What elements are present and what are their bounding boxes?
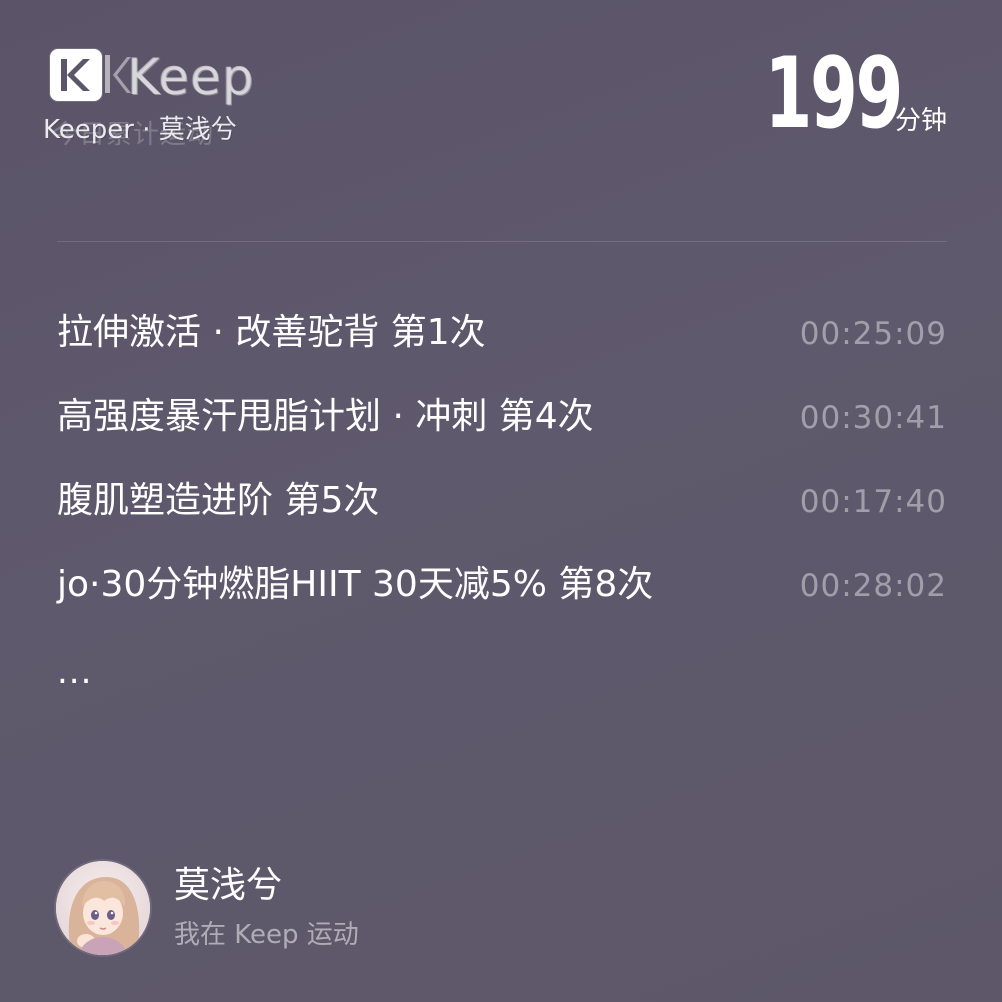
user-avatar[interactable] (56, 861, 150, 955)
workout-list: 拉伸激活 · 改善驼背 第1次 00:25:09 高强度暴汗甩脂计划 · 冲刺 … (57, 307, 947, 643)
workout-item[interactable]: jo·30分钟燃脂HIIT 30天减5% 第8次 00:28:02 (57, 559, 947, 643)
logo-wordmark: Keep (127, 48, 255, 106)
header-divider (57, 241, 947, 242)
user-avatar-illustration (56, 861, 150, 955)
workout-item[interactable]: 腹肌塑造进阶 第5次 00:17:40 (57, 475, 947, 559)
workout-duration: 00:25:09 (799, 316, 947, 352)
workout-item[interactable]: 拉伸激活 · 改善驼背 第1次 00:25:09 (57, 307, 947, 391)
keeper-name: Keeper · 莫浅兮 (43, 115, 237, 145)
workout-title: jo·30分钟燃脂HIIT 30天减5% 第8次 (57, 564, 654, 605)
workout-duration: 00:28:02 (799, 568, 947, 604)
workout-title: 腹肌塑造进阶 第5次 (57, 480, 380, 521)
total-duration: 199 分钟 (726, 44, 947, 144)
user-subtitle: 我在 Keep 运动 (174, 920, 359, 950)
keep-logo-icon (50, 49, 102, 101)
total-duration-value: 199 (764, 37, 903, 151)
workout-duration: 00:17:40 (799, 484, 947, 520)
workout-item[interactable]: 高强度暴汗甩脂计划 · 冲刺 第4次 00:30:41 (57, 391, 947, 475)
more-indicator[interactable]: ... (57, 652, 92, 692)
keep-logo: Keep (47, 45, 257, 109)
workout-title: 高强度暴汗甩脂计划 · 冲刺 第4次 (57, 396, 594, 437)
workout-duration: 00:30:41 (799, 400, 947, 436)
user-name: 莫浅兮 (174, 865, 283, 906)
total-duration-unit: 分钟 (894, 106, 947, 136)
workout-title: 拉伸激活 · 改善驼背 第1次 (57, 312, 486, 353)
